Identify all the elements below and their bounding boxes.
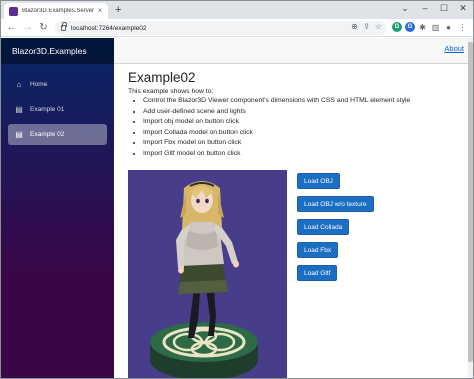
about-link[interactable]: About xyxy=(444,44,464,53)
tab-title: Blazor3D.Examples.Server xyxy=(22,8,95,14)
minimize-icon[interactable]: – xyxy=(419,2,431,14)
tab-strip: Blazor3D.Examples.Server × + ⌄ – ☐ ✕ xyxy=(1,1,473,19)
feature-list: Control the Blazor3D Viewer component's … xyxy=(128,96,459,159)
list-item: Import Fbx model on button click xyxy=(143,138,459,149)
extensions-puzzle-icon[interactable]: ✱ xyxy=(417,21,428,34)
main-content: About Example02 This example shows how t… xyxy=(114,38,473,378)
brand-link[interactable]: Blazor3D.Examples xyxy=(12,46,87,56)
share-icon[interactable]: ⇪ xyxy=(363,22,370,31)
page-title: Example02 xyxy=(128,70,196,85)
load-fbx-button[interactable]: Load Fbx xyxy=(297,242,339,258)
load-obj-without-texture-button[interactable]: Load OBJ w/o texture xyxy=(297,196,374,212)
load-buttons: Load OBJ Load OBJ w/o texture Load Colla… xyxy=(297,170,437,285)
browser-toolbar: ← → ↻ localhost:7264/example02 ⊕ ⇪ ☆ G G… xyxy=(1,19,473,37)
nav-menu: ⌂ Home ▤ Example 01 ▤ Example 02 xyxy=(1,64,114,145)
blazor3d-viewer-canvas[interactable] xyxy=(128,170,287,378)
url-text: localhost:7264/example02 xyxy=(71,24,147,32)
chevron-down-icon[interactable]: ⌄ xyxy=(399,2,411,14)
browser-window: Blazor3D.Examples.Server × + ⌄ – ☐ ✕ ← →… xyxy=(0,0,474,379)
list-item: Import Gltf model on button click xyxy=(143,149,459,160)
list-item: Import obj model on button click xyxy=(143,117,459,128)
new-tab-icon[interactable]: + xyxy=(115,3,121,17)
sidebar-item-example-02[interactable]: ▤ Example 02 xyxy=(8,124,107,145)
address-bar[interactable]: localhost:7264/example02 ⊕ ⇪ ☆ xyxy=(55,21,387,35)
reload-icon[interactable]: ↻ xyxy=(37,21,50,34)
list-item: Add user-defined scene and lights xyxy=(143,107,459,118)
page-scrollbar[interactable] xyxy=(468,38,473,378)
extension-g-icon[interactable]: G xyxy=(392,22,402,32)
sidebar-item-label: Home xyxy=(30,81,48,88)
blazor-favicon-icon xyxy=(9,6,18,16)
browser-menu-icon[interactable]: ⋮ xyxy=(457,21,468,34)
forward-icon[interactable]: → xyxy=(21,21,34,34)
load-collada-button[interactable]: Load Collada xyxy=(297,219,350,235)
list-item: Import Collada model on button click xyxy=(143,128,459,139)
list-item: Control the Blazor3D Viewer component's … xyxy=(143,96,459,107)
lock-icon[interactable] xyxy=(61,22,67,31)
anime-figure-model-image xyxy=(128,170,287,378)
list-icon: ▤ xyxy=(15,130,23,139)
side-panel-icon[interactable]: ▥ xyxy=(430,21,441,34)
brand-bar: Blazor3D.Examples xyxy=(1,38,114,64)
intro-text: This example shows how to: xyxy=(128,88,214,95)
extension-g-blue-icon[interactable]: G xyxy=(405,22,415,32)
maximize-icon[interactable]: ☐ xyxy=(438,2,450,14)
zoom-icon[interactable]: ⊕ xyxy=(351,22,358,31)
sidebar-item-example-01[interactable]: ▤ Example 01 xyxy=(8,99,107,120)
bookmark-star-icon[interactable]: ☆ xyxy=(375,22,382,31)
sidebar-item-home[interactable]: ⌂ Home xyxy=(8,74,107,95)
back-icon[interactable]: ← xyxy=(5,21,18,34)
load-obj-button[interactable]: Load OBJ xyxy=(297,173,340,189)
close-tab-icon[interactable]: × xyxy=(95,6,105,16)
profile-avatar-icon[interactable]: ● xyxy=(443,21,454,34)
top-row: About xyxy=(114,38,473,64)
browser-tab[interactable]: Blazor3D.Examples.Server × xyxy=(4,3,108,19)
load-gltf-button[interactable]: Load Gltf xyxy=(297,265,338,281)
list-icon: ▤ xyxy=(15,105,23,114)
article: Example02 This example shows how to: Con… xyxy=(114,64,473,165)
home-icon: ⌂ xyxy=(16,80,22,89)
sidebar-item-label: Example 01 xyxy=(30,106,65,113)
sidebar-item-label: Example 02 xyxy=(30,131,65,138)
close-window-icon[interactable]: ✕ xyxy=(457,2,469,14)
sidebar: Blazor3D.Examples ⌂ Home ▤ Example 01 ▤ … xyxy=(1,38,114,378)
page-viewport: Blazor3D.Examples ⌂ Home ▤ Example 01 ▤ … xyxy=(1,38,473,378)
scrollbar-thumb[interactable] xyxy=(468,42,473,362)
